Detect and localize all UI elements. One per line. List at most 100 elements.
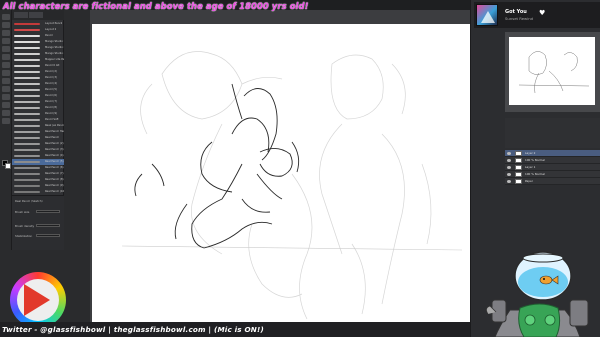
- brush-stroke-preview: [14, 71, 40, 73]
- pen-tool-icon[interactable]: [2, 14, 10, 20]
- top-overlay-text: All characters are fictional and above t…: [3, 1, 309, 11]
- brush-size-slider[interactable]: [36, 210, 60, 213]
- brush-stroke-preview: [14, 59, 40, 61]
- brush-stroke-preview: [14, 89, 40, 91]
- brush-stroke-preview: [14, 77, 40, 79]
- heart-icon[interactable]: ♥: [539, 10, 545, 17]
- eye-icon[interactable]: [507, 159, 511, 162]
- tool-property-title: Real Pencil (Sketch): [15, 199, 43, 203]
- brush-stroke-preview: [14, 35, 40, 37]
- layer-name: Paper: [525, 179, 533, 183]
- layer-row[interactable]: 100 % Normal: [505, 171, 600, 178]
- eye-icon[interactable]: [507, 173, 511, 176]
- color-wheel[interactable]: [10, 272, 66, 328]
- tool-strip: [0, 10, 12, 250]
- brush-name: Real Pencil (8): [45, 178, 64, 181]
- color-wheel-center: [17, 279, 59, 321]
- layer-row[interactable]: 100 % Normal: [505, 157, 600, 164]
- brush-panel: Layout Pencil Layout 2 Pencil Mango Studio …: [12, 10, 75, 195]
- brush-name: Real Pencil (10): [45, 190, 66, 193]
- brush-name: Real Pencil (5): [45, 160, 64, 163]
- layer-thumbnail: [515, 172, 522, 177]
- brush-stroke-preview: [14, 143, 40, 145]
- layer-name: Layer 1: [525, 165, 536, 169]
- stabilization-slider[interactable]: [36, 234, 60, 237]
- drawing-canvas[interactable]: [92, 24, 470, 328]
- brush-stroke-preview: [14, 191, 40, 193]
- album-art: [476, 4, 498, 26]
- selection-tool-icon[interactable]: [2, 46, 10, 52]
- brush-name: Real Pencil (9): [45, 184, 64, 187]
- color-wheel-panel: [0, 250, 90, 328]
- brush-stroke-preview: [14, 47, 40, 49]
- eye-icon[interactable]: [507, 180, 511, 183]
- eraser-tool-icon[interactable]: [2, 22, 10, 28]
- brush-stroke-preview: [14, 107, 40, 109]
- brush-density-label: Brush density: [15, 224, 35, 228]
- layer-name: 100 % Normal: [525, 172, 545, 176]
- brush-stroke-preview: [14, 125, 40, 127]
- brush-density-slider[interactable]: [36, 224, 60, 227]
- zoom-tool-icon[interactable]: [2, 86, 10, 92]
- brush-stroke-preview: [14, 41, 40, 43]
- ruler-tool-icon[interactable]: [2, 78, 10, 84]
- fishbowl-avatar-illustration: [486, 251, 589, 337]
- bottom-overlay-banner: Twitter - @glassfishbowl | theglassfishb…: [0, 322, 470, 337]
- brush-stroke-preview: [14, 65, 40, 67]
- eye-icon[interactable]: [507, 152, 511, 155]
- navigator-thumbnail[interactable]: [509, 37, 595, 105]
- layer-name: Layer 2: [525, 151, 536, 155]
- brush-name: Pencil (4): [45, 82, 58, 85]
- layer-toolbar: [505, 118, 600, 148]
- bottom-overlay-text: Twitter - @glassfishbowl | theglassfishb…: [2, 325, 264, 334]
- hand-tool-icon[interactable]: [2, 94, 10, 100]
- brush-stroke-preview: [14, 95, 40, 97]
- brush-stroke-preview: [14, 173, 40, 175]
- layer-thumbnail: [515, 165, 522, 170]
- streamer-avatar: [470, 250, 600, 337]
- brush-stroke-preview: [14, 23, 40, 25]
- brush-stroke-preview: [14, 119, 40, 121]
- move-tool-icon[interactable]: [2, 54, 10, 60]
- layer-row[interactable]: Layer 1: [505, 164, 600, 171]
- brush-stroke-preview: [14, 83, 40, 85]
- layer-name: 100 % Normal: [525, 158, 545, 162]
- play-logo-icon: [24, 284, 50, 316]
- brush-tool-icon[interactable]: [2, 30, 10, 36]
- blend-tool-icon[interactable]: [2, 118, 10, 124]
- fill-tool-icon[interactable]: [2, 38, 10, 44]
- gradient-tool-icon[interactable]: [2, 102, 10, 108]
- album-art-graphic: [481, 11, 495, 23]
- eyedropper-tool-icon[interactable]: [2, 70, 10, 76]
- stabilization-label: Stabilization: [15, 234, 33, 238]
- text-tool-icon[interactable]: [2, 62, 10, 68]
- brush-stroke-preview: [14, 149, 40, 151]
- now-playing-title: Got You: [505, 9, 527, 15]
- brush-stroke-preview: [14, 137, 40, 139]
- brush-name: Real Pencil Hard: [45, 130, 67, 133]
- brush-name: Mapper Lite Pen: [45, 58, 66, 61]
- brush-name: Real Pencil (4): [45, 154, 64, 157]
- brush-stroke-preview: [14, 155, 40, 157]
- brush-size-label: Brush size: [15, 210, 30, 214]
- sub-color-swatch[interactable]: [5, 163, 11, 169]
- brush-name: Pencil (8): [45, 106, 58, 109]
- tool-property-panel: Real Pencil (Sketch) Brush size Brush de…: [12, 195, 64, 250]
- layer-row[interactable]: Layer 2: [505, 150, 600, 157]
- brush-stroke-preview: [14, 53, 40, 55]
- brush-name: Pencil (2): [45, 70, 58, 73]
- eye-icon[interactable]: [507, 166, 511, 169]
- shape-tool-icon[interactable]: [2, 110, 10, 116]
- brush-stroke-preview: [14, 185, 40, 187]
- brush-name: Pencil (9): [45, 112, 58, 115]
- brush-stroke-preview: [14, 101, 40, 103]
- top-overlay-banner: All characters are fictional and above t…: [0, 0, 470, 14]
- brush-name: Real Pencil (3): [45, 148, 64, 151]
- layer-thumbnail: [515, 151, 522, 156]
- layer-thumbnail: [515, 179, 522, 184]
- app-window: Layout Pencil Layout 2 Pencil Mango Studio …: [0, 0, 600, 337]
- layer-row[interactable]: Paper: [505, 178, 600, 185]
- brush-name: Pencil (7): [45, 100, 58, 103]
- sketch-drawing: [121, 51, 463, 320]
- brush-name: Pencil (5): [45, 88, 58, 91]
